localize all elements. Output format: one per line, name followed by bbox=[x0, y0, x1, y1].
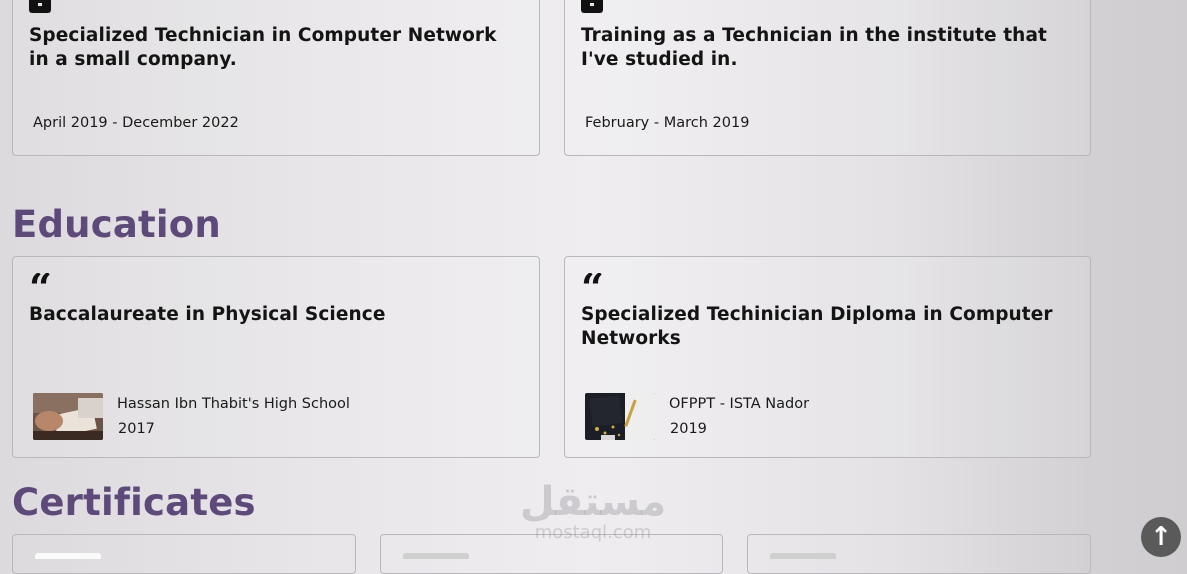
experience-card: Training as a Technician in the institut… bbox=[564, 0, 1091, 156]
scroll-to-top-button[interactable]: ↑ bbox=[1141, 517, 1181, 557]
school-name: Hassan Ibn Thabit's High School bbox=[117, 396, 350, 412]
education-card: “ Specialized Techinician Diploma in Com… bbox=[564, 256, 1091, 458]
quote-icon: “ bbox=[29, 273, 53, 297]
education-title: Baccalaureate in Physical Science bbox=[29, 304, 386, 325]
education-year: 2019 bbox=[670, 421, 707, 437]
briefcase-icon bbox=[29, 0, 51, 13]
experience-date: April 2019 - December 2022 bbox=[33, 115, 239, 131]
school-image bbox=[33, 393, 103, 440]
school-image bbox=[585, 393, 655, 440]
education-heading: Education bbox=[12, 203, 221, 246]
arrow-up-icon: ↑ bbox=[1150, 522, 1172, 552]
experience-card: Specialized Technician in Computer Netwo… bbox=[12, 0, 540, 156]
certificate-thumbnail bbox=[770, 553, 836, 559]
certificate-card[interactable] bbox=[747, 534, 1091, 574]
watermark-latin: mostaql.com bbox=[534, 522, 652, 543]
experience-title: Training as a Technician in the institut… bbox=[581, 25, 1047, 70]
certificate-thumbnail bbox=[403, 553, 469, 559]
briefcase-icon bbox=[581, 0, 603, 13]
experience-date: February - March 2019 bbox=[585, 115, 750, 131]
watermark: مستقل mostaql.com bbox=[518, 478, 668, 543]
education-card: “ Baccalaureate in Physical Science Hass… bbox=[12, 256, 540, 458]
quote-icon: “ bbox=[581, 273, 605, 297]
certificate-thumbnail bbox=[35, 553, 101, 559]
education-title: Specialized Techinician Diploma in Compu… bbox=[581, 304, 1053, 349]
certificate-card[interactable] bbox=[12, 534, 356, 574]
education-year: 2017 bbox=[118, 421, 155, 437]
watermark-arabic: مستقل bbox=[519, 479, 667, 525]
certificates-heading: Certificates bbox=[12, 481, 256, 524]
experience-title: Specialized Technician in Computer Netwo… bbox=[29, 25, 497, 70]
school-name: OFPPT - ISTA Nador bbox=[669, 396, 810, 412]
